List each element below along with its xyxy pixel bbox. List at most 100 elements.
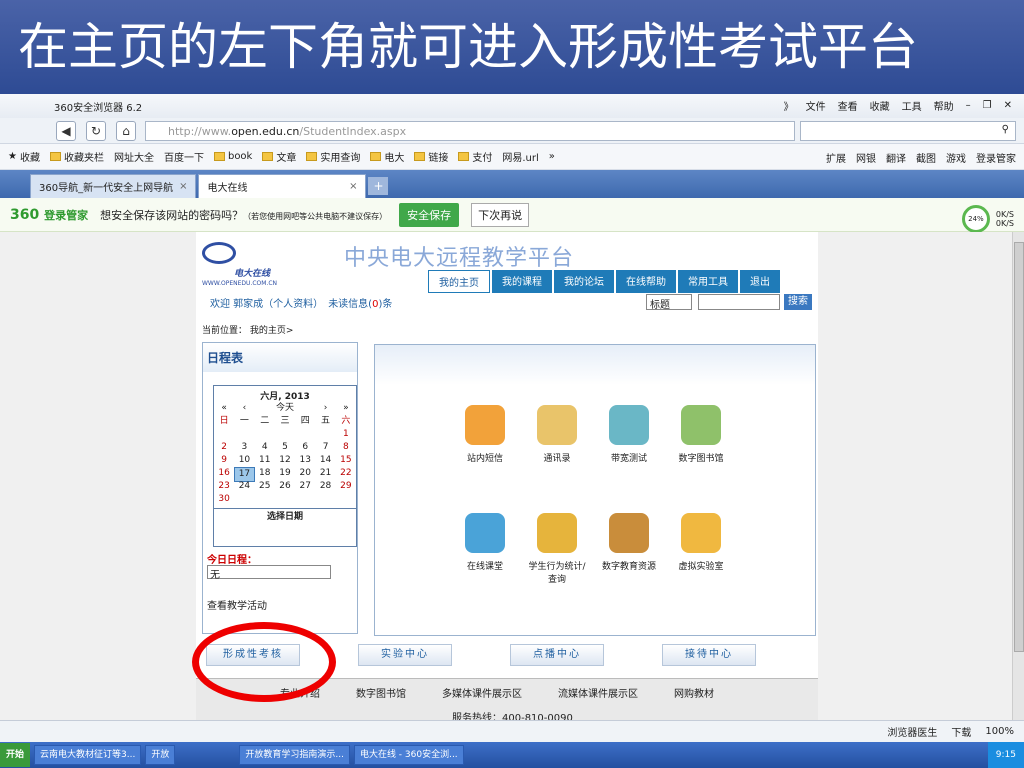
calendar-day[interactable]: 29 bbox=[336, 480, 356, 493]
calendar-day[interactable]: 4 bbox=[255, 441, 275, 454]
bookmark-favorites[interactable]: ★ 收藏 bbox=[8, 149, 40, 164]
tool-messages[interactable]: 站内短信 bbox=[453, 405, 517, 464]
tool-virtual-lab[interactable]: 虚拟实验室 bbox=[669, 513, 733, 572]
ext-extend[interactable]: 扩展 bbox=[826, 150, 846, 165]
site-search-button[interactable]: 搜索 bbox=[784, 294, 812, 310]
start-button[interactable]: 开始 bbox=[0, 743, 31, 767]
footer-link[interactable]: 数字图书馆 bbox=[356, 685, 406, 700]
url-input[interactable]: http://www.open.edu.cn/StudentIndex.aspx bbox=[145, 121, 795, 141]
tool-behavior-stats[interactable]: 学生行为统计/查询 bbox=[525, 513, 589, 585]
bookmark-folder[interactable]: 实用查询 bbox=[306, 149, 360, 164]
restore-icon[interactable]: ❐ bbox=[983, 100, 992, 111]
tool-contacts[interactable]: 通讯录 bbox=[525, 405, 589, 464]
tool-library[interactable]: 数字图书馆 bbox=[669, 405, 733, 464]
taskbar-item[interactable]: 开放 bbox=[145, 745, 176, 765]
search-input[interactable]: ⚲ bbox=[800, 121, 1016, 141]
back-icon[interactable]: ◀ bbox=[56, 121, 76, 141]
tab-dianda[interactable]: 电大在线 × bbox=[198, 174, 367, 198]
bookmark-folder[interactable]: 文章 bbox=[262, 149, 296, 164]
calendar-day[interactable]: 5 bbox=[275, 441, 295, 454]
tool-bandwidth[interactable]: 带宽测试 bbox=[597, 405, 661, 464]
menu-tools[interactable]: 工具 bbox=[902, 98, 922, 113]
bookmark-link[interactable]: 百度一下 bbox=[164, 149, 204, 164]
bookmark-link[interactable]: 网易.url bbox=[502, 149, 538, 164]
bookmark-folder[interactable]: 收藏夹栏 bbox=[49, 149, 104, 164]
view-activities-link[interactable]: 查看教学活动 bbox=[207, 597, 267, 612]
calendar-day[interactable]: 3 bbox=[234, 441, 254, 454]
calendar-day[interactable]: 13 bbox=[295, 454, 315, 467]
next-year-icon[interactable]: » bbox=[336, 402, 356, 415]
calendar-day[interactable]: 28 bbox=[315, 480, 335, 493]
new-tab-button[interactable]: + bbox=[368, 177, 389, 195]
prev-year-icon[interactable]: « bbox=[214, 402, 234, 415]
bookmark-folder[interactable]: book bbox=[213, 151, 252, 162]
lab-center-button[interactable]: 实验中心 bbox=[358, 644, 452, 666]
menu-file[interactable]: 文件 bbox=[806, 98, 826, 113]
vertical-scrollbar[interactable] bbox=[1012, 232, 1024, 720]
nav-forum[interactable]: 我的论坛 bbox=[554, 270, 614, 293]
site-logo[interactable]: 电大在线 WWW.OPENEDU.COM.CN bbox=[200, 240, 284, 287]
nav-help[interactable]: 在线帮助 bbox=[616, 270, 676, 293]
bookmark-link[interactable]: 网址大全 bbox=[114, 149, 154, 164]
prev-month-icon[interactable]: ‹ bbox=[234, 402, 254, 415]
menu-view[interactable]: 查看 bbox=[838, 98, 858, 113]
download-button[interactable]: 下载 bbox=[951, 724, 971, 739]
ext-games[interactable]: 游戏 bbox=[946, 150, 966, 165]
bookmark-more[interactable]: » bbox=[549, 151, 555, 162]
zoom-level[interactable]: 100% bbox=[985, 726, 1014, 737]
today-schedule-field[interactable]: 无 bbox=[207, 565, 331, 581]
today-link[interactable]: 今天 bbox=[255, 402, 316, 415]
site-search-input[interactable] bbox=[698, 294, 780, 310]
close-tab-icon[interactable]: × bbox=[349, 181, 357, 192]
taskbar-item[interactable]: 开放教育学习指南演示... bbox=[239, 745, 350, 765]
taskbar-item[interactable]: 云南电大教材征订等3... bbox=[34, 745, 142, 765]
calendar-day[interactable]: 12 bbox=[275, 454, 295, 467]
ext-bank[interactable]: 网银 bbox=[856, 150, 876, 165]
footer-link[interactable]: 网购教材 bbox=[674, 685, 714, 700]
calendar-day[interactable]: 24 bbox=[234, 480, 254, 493]
reception-center-button[interactable]: 接待中心 bbox=[662, 644, 756, 666]
scroll-thumb[interactable] bbox=[1014, 242, 1024, 652]
next-month-icon[interactable]: › bbox=[315, 402, 335, 415]
nav-home[interactable]: 我的主页 bbox=[428, 270, 490, 293]
footer-link[interactable]: 流媒体课件展示区 bbox=[558, 685, 638, 700]
calendar-day[interactable]: 10 bbox=[234, 454, 254, 467]
calendar-day[interactable]: 7 bbox=[315, 441, 335, 454]
minimize-icon[interactable]: – bbox=[966, 100, 971, 111]
later-button[interactable]: 下次再说 bbox=[471, 202, 530, 227]
bookmark-folder[interactable]: 支付 bbox=[458, 149, 492, 164]
vod-center-button[interactable]: 点播中心 bbox=[510, 644, 604, 666]
taskbar-item[interactable]: 电大在线 - 360安全浏... bbox=[353, 745, 464, 765]
menu-favorites[interactable]: 收藏 bbox=[870, 98, 890, 113]
calendar-day[interactable]: 15 bbox=[336, 454, 356, 467]
welcome-text[interactable]: 欢迎 郭家成（个人资料） 未读信息(0)条 bbox=[210, 295, 392, 310]
calendar-day[interactable]: 26 bbox=[275, 480, 295, 493]
menu-help[interactable]: 帮助 bbox=[934, 98, 954, 113]
nav-tools[interactable]: 常用工具 bbox=[678, 270, 738, 293]
tool-resources[interactable]: 数字教育资源 bbox=[597, 513, 661, 572]
browser-doctor[interactable]: 浏览器医生 bbox=[887, 724, 937, 739]
search-icon[interactable]: ⚲ bbox=[1002, 124, 1009, 135]
tab-360-nav[interactable]: 360导航_新一代安全上网导航 × bbox=[30, 174, 197, 198]
ext-login[interactable]: 登录管家 bbox=[976, 150, 1016, 165]
calendar-day[interactable]: 11 bbox=[255, 454, 275, 467]
calendar-day[interactable]: 8 bbox=[336, 441, 356, 454]
calendar-day[interactable]: 25 bbox=[255, 480, 275, 493]
ext-translate[interactable]: 翻译 bbox=[886, 150, 906, 165]
menu-more[interactable]: 》 bbox=[784, 98, 794, 113]
calendar-day[interactable]: 30 bbox=[214, 493, 234, 506]
search-type-select[interactable]: 标题 bbox=[646, 294, 692, 311]
bookmark-folder[interactable]: 电大 bbox=[370, 149, 404, 164]
calendar-day[interactable]: 6 bbox=[295, 441, 315, 454]
calendar-day[interactable]: 1 bbox=[336, 428, 356, 441]
calendar-day[interactable]: 9 bbox=[214, 454, 234, 467]
select-date-button[interactable]: 选择日期 bbox=[214, 508, 356, 522]
calendar-day[interactable]: 2 bbox=[214, 441, 234, 454]
refresh-icon[interactable]: ↻ bbox=[86, 121, 106, 141]
tool-online-class[interactable]: 在线课堂 bbox=[453, 513, 517, 572]
footer-link[interactable]: 多媒体课件展示区 bbox=[442, 685, 522, 700]
calendar-day[interactable]: 14 bbox=[315, 454, 335, 467]
nav-logout[interactable]: 退出 bbox=[740, 270, 780, 293]
close-icon[interactable]: ✕ bbox=[1004, 100, 1012, 111]
bookmark-folder[interactable]: 链接 bbox=[414, 149, 448, 164]
